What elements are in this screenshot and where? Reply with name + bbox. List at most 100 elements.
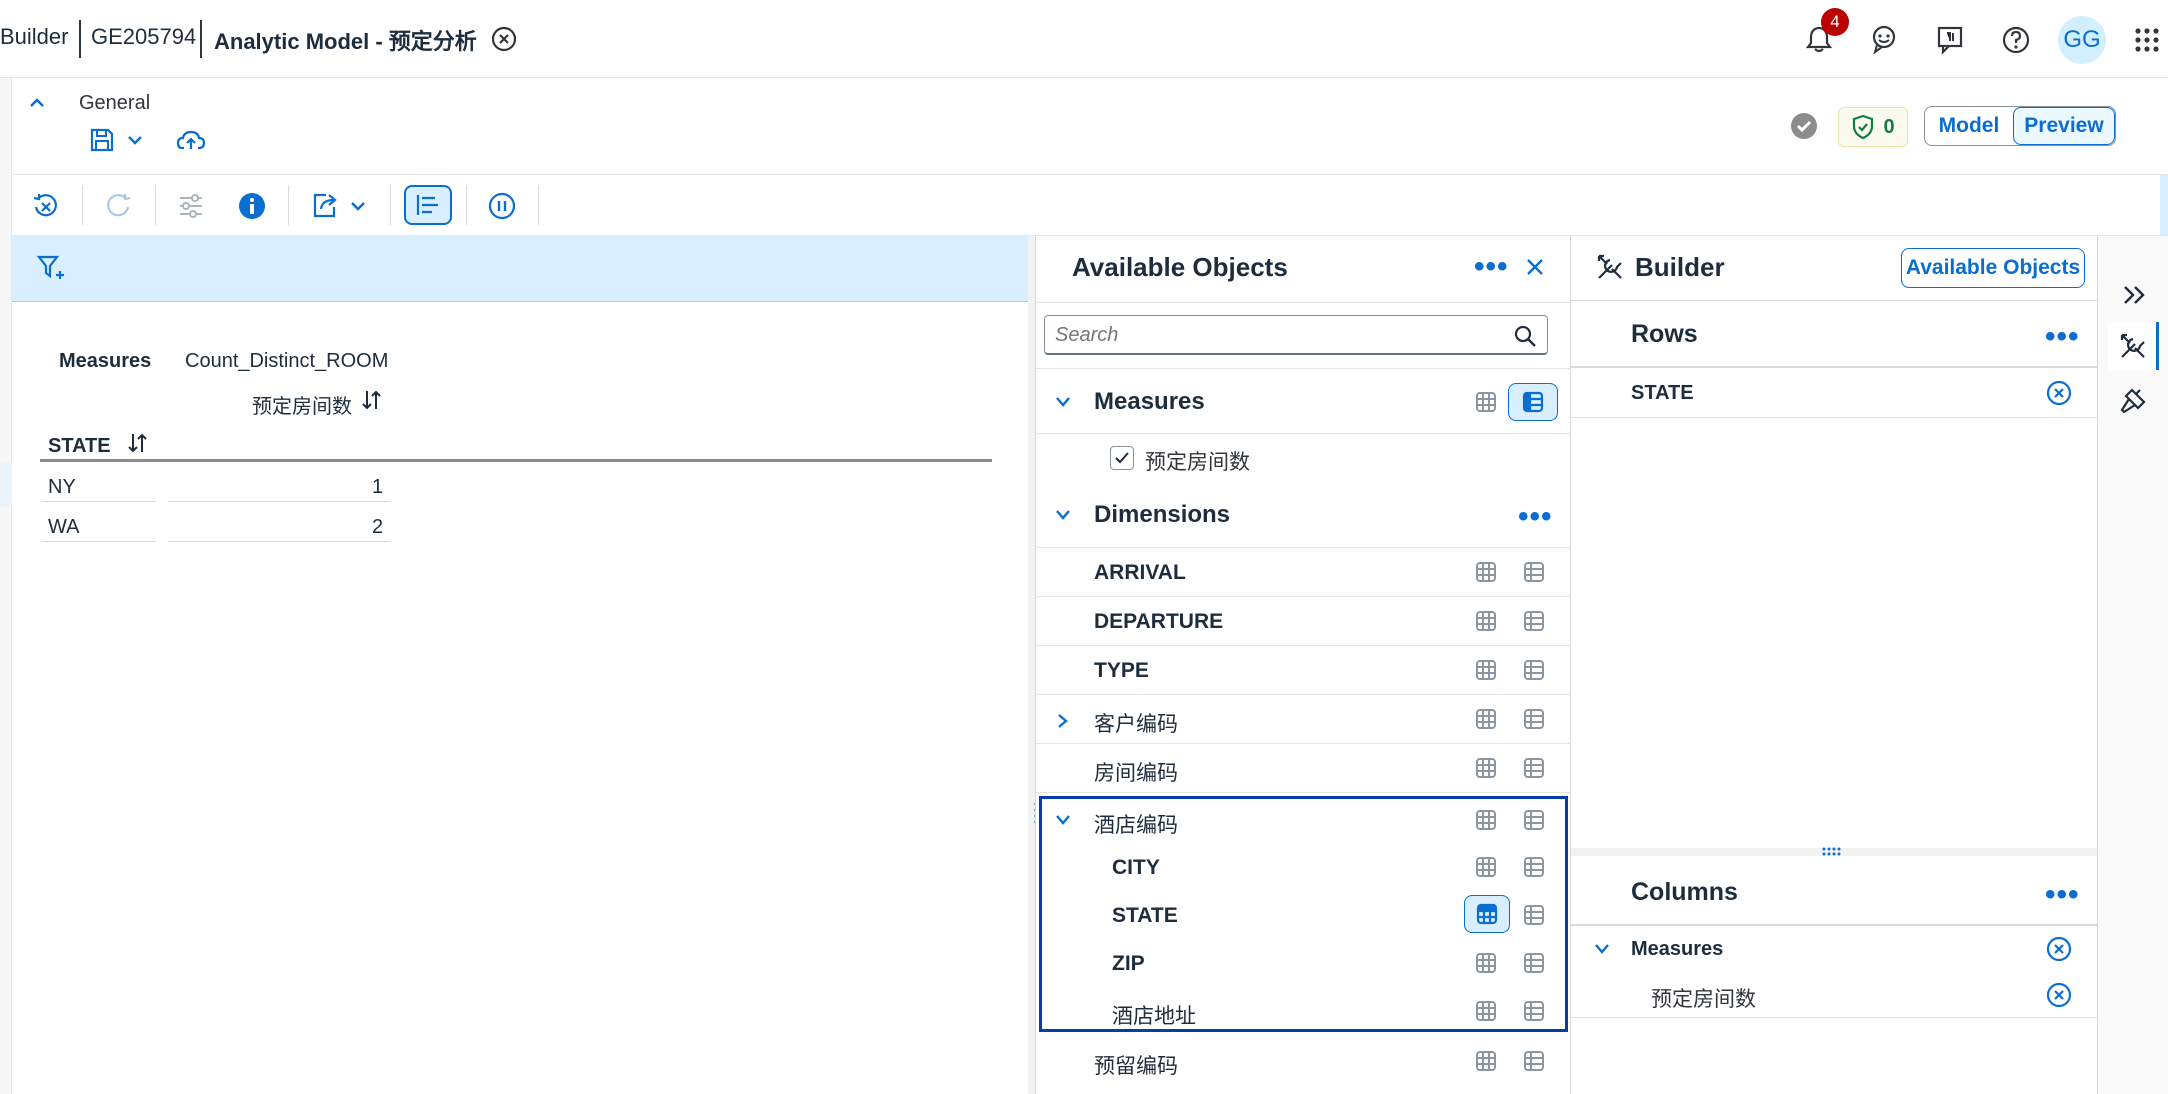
product-switch-icon[interactable] <box>2134 27 2160 53</box>
add-to-rows-icon[interactable] <box>1475 1000 1497 1022</box>
more-options-icon[interactable]: ••• <box>1518 502 1553 532</box>
close-tab-icon[interactable] <box>490 25 518 53</box>
shield-check-icon <box>1851 114 1875 140</box>
add-to-columns-icon[interactable] <box>1523 952 1545 974</box>
collapse-chevron-icon[interactable] <box>1054 508 1072 522</box>
dimension-item-reservation-code[interactable]: 预留编码 <box>1036 1037 1572 1085</box>
measure-column-header[interactable]: 预定房间数 <box>252 390 352 419</box>
dimensions-group-header[interactable]: Dimensions ••• <box>1036 482 1572 548</box>
whats-new-icon[interactable] <box>1934 24 1966 56</box>
columns-more-icon[interactable]: ••• <box>2045 880 2080 910</box>
more-options-icon[interactable]: ••• <box>1474 252 1509 282</box>
add-to-columns-icon[interactable] <box>1523 610 1545 632</box>
collapse-header-icon[interactable] <box>28 96 46 110</box>
search-field[interactable] <box>1044 315 1548 355</box>
collapse-chevron-icon[interactable] <box>1054 813 1072 827</box>
rows-assigned-toggle[interactable] <box>1464 895 1510 933</box>
add-to-columns-icon[interactable] <box>1523 659 1545 681</box>
remove-icon[interactable] <box>2046 936 2072 962</box>
dimension-column-header[interactable]: STATE <box>48 435 111 458</box>
measure-item[interactable]: 预定房间数 <box>1036 434 1572 482</box>
attribute-label: STATE <box>1112 904 1178 927</box>
add-to-rows-icon[interactable] <box>1475 757 1497 779</box>
active-tab-indicator <box>2156 322 2159 370</box>
toolbar-separator <box>538 185 539 225</box>
toggle-builder-button[interactable] <box>404 185 452 225</box>
collapse-sidebar-icon[interactable] <box>2122 284 2148 306</box>
attribute-item-hotel-address[interactable]: 酒店地址 <box>1036 987 1572 1035</box>
deploy-icon[interactable] <box>176 127 206 153</box>
attribute-item-city[interactable]: CITY <box>1036 843 1572 891</box>
remove-icon[interactable] <box>2046 380 2072 406</box>
sort-icon[interactable] <box>360 388 384 412</box>
table-cell-value: 1 <box>372 476 384 498</box>
close-panel-icon[interactable] <box>1524 256 1546 278</box>
add-to-columns-icon[interactable] <box>1523 904 1545 926</box>
shell-bar: Builder GE205794 Analytic Model - 预定分析 4… <box>0 0 2168 78</box>
rows-more-icon[interactable]: ••• <box>2045 322 2080 352</box>
save-icon[interactable] <box>89 127 115 153</box>
table-view-icon <box>1522 391 1544 413</box>
collapse-chevron-icon[interactable] <box>1054 395 1072 409</box>
preview-mode-button[interactable]: Preview <box>2013 107 2115 145</box>
attribute-item-state[interactable]: STATE <box>1036 891 1572 939</box>
feedback-icon[interactable] <box>1868 24 1900 56</box>
pause-icon[interactable] <box>488 192 516 220</box>
collapse-chevron-icon[interactable] <box>1593 942 1611 956</box>
measure-checkbox[interactable] <box>1110 446 1134 470</box>
settings-sliders-icon[interactable] <box>177 192 205 220</box>
add-to-rows-icon[interactable] <box>1475 952 1497 974</box>
add-to-columns-icon[interactable] <box>1523 708 1545 730</box>
table-view-toggle[interactable] <box>1508 383 1558 421</box>
add-to-rows-icon[interactable] <box>1475 610 1497 632</box>
redo-icon[interactable] <box>104 192 132 220</box>
columns-group-measures[interactable]: Measures <box>1571 926 2097 972</box>
share-menu-chevron-icon[interactable] <box>349 199 367 213</box>
user-avatar[interactable]: GG <box>2058 16 2106 64</box>
rows-item-state[interactable]: STATE <box>1571 368 2097 418</box>
search-icon[interactable] <box>1513 324 1537 348</box>
attribute-item-zip[interactable]: ZIP <box>1036 939 1572 987</box>
dimension-item-customer-code[interactable]: 客户编码 <box>1036 695 1572 744</box>
info-icon[interactable] <box>238 192 266 220</box>
search-input[interactable] <box>1055 322 1495 348</box>
add-to-columns-icon[interactable] <box>1523 856 1545 878</box>
add-to-columns-icon[interactable] <box>1523 1050 1545 1072</box>
model-mode-button[interactable]: Model <box>1925 107 2013 145</box>
remove-icon[interactable] <box>2046 982 2072 1008</box>
share-icon[interactable] <box>310 191 340 221</box>
sort-icon[interactable] <box>126 431 150 455</box>
add-to-columns-icon[interactable] <box>1523 561 1545 583</box>
add-to-rows-icon[interactable] <box>1475 856 1497 878</box>
save-menu-chevron-icon[interactable] <box>126 133 144 147</box>
add-to-rows-icon[interactable] <box>1475 1050 1497 1072</box>
paint-brush-icon[interactable] <box>2118 386 2148 416</box>
splitter-grip-icon[interactable] <box>1821 846 1841 856</box>
grid-view-icon[interactable] <box>1475 391 1497 413</box>
add-to-rows-icon[interactable] <box>1475 809 1497 831</box>
undo-icon[interactable] <box>32 192 60 220</box>
builder-tab[interactable] <box>2108 322 2159 370</box>
add-to-rows-icon[interactable] <box>1475 561 1497 583</box>
expand-chevron-icon[interactable] <box>1056 712 1070 730</box>
dimension-item-hotel-code[interactable]: 酒店编码 <box>1036 799 1572 843</box>
validation-button[interactable]: 0 <box>1838 107 1908 147</box>
dimension-item-departure[interactable]: DEPARTURE <box>1036 597 1572 646</box>
add-filter-icon[interactable] <box>36 254 66 284</box>
add-to-rows-icon[interactable] <box>1475 708 1497 730</box>
add-to-columns-icon[interactable] <box>1523 1000 1545 1022</box>
add-to-rows-icon[interactable] <box>1475 659 1497 681</box>
available-objects-panel: Available Objects ••• Measures 预定房间数 Dim… <box>1035 236 1572 1094</box>
add-to-columns-icon[interactable] <box>1523 757 1545 779</box>
breadcrumb-space[interactable]: GE205794 <box>91 24 196 50</box>
dimension-item-arrival[interactable]: ARRIVAL <box>1036 548 1572 597</box>
dimension-item-type[interactable]: TYPE <box>1036 646 1572 695</box>
columns-item-measure[interactable]: 预定房间数 <box>1571 972 2097 1018</box>
available-objects-button[interactable]: Available Objects <box>1901 248 2085 288</box>
help-icon[interactable] <box>2000 24 2032 56</box>
divider <box>1036 302 1572 303</box>
measures-group-header[interactable]: Measures <box>1036 368 1572 434</box>
add-to-columns-icon[interactable] <box>1523 809 1545 831</box>
dimension-item-room-code[interactable]: 房间编码 <box>1036 744 1572 793</box>
breadcrumb-builder[interactable]: Builder <box>0 24 68 50</box>
